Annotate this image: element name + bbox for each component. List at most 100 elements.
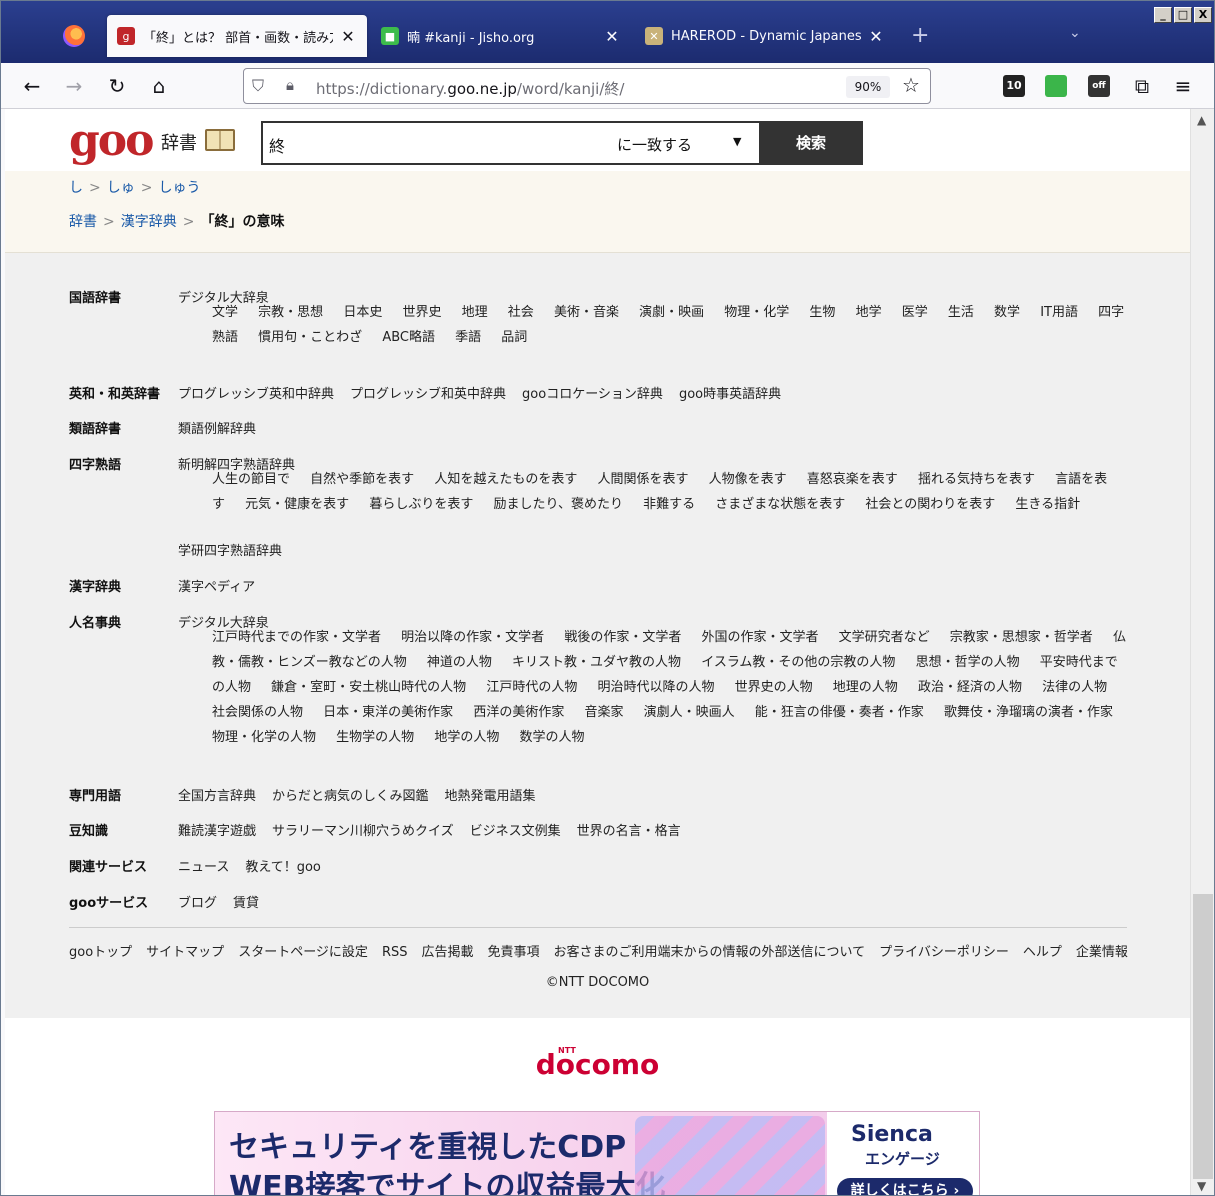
catalog-link[interactable]: ニュース [178, 860, 229, 875]
catalog-sublink[interactable]: 人生の節目で [212, 472, 290, 487]
catalog-link[interactable]: ビジネス文例集 [470, 824, 561, 839]
catalog-sublink[interactable]: 数学の人物 [519, 730, 584, 745]
catalog-sublink[interactable]: 西洋の美術作家 [473, 705, 564, 720]
catalog-link[interactable]: 難読漢字遊戯 [178, 824, 256, 839]
shield-icon[interactable]: ⛉ [252, 76, 264, 96]
catalog-sublink[interactable]: イスラム教・その他の宗教の人物 [701, 655, 895, 670]
catalog-sublink[interactable]: 能・狂言の俳優・奏者・作家 [755, 705, 924, 720]
menu-hamburger-icon[interactable]: ≡ [1170, 73, 1196, 99]
catalog-sublink[interactable]: 医学 [902, 305, 928, 320]
firefox-icon[interactable] [63, 25, 85, 47]
catalog-sublink[interactable]: 人知を越えたものを表す [434, 472, 577, 487]
catalog-sublink[interactable]: 歌舞伎・浄瑠璃の演者・作家 [944, 705, 1113, 720]
catalog-sublink[interactable]: 法律の人物 [1042, 680, 1107, 695]
search-input[interactable]: 終 [269, 133, 285, 157]
catalog-sublink[interactable]: 文学 [212, 305, 238, 320]
tab-jisho[interactable]: ■ 暔 #kanji - Jisho.org ✕ [371, 15, 631, 57]
footer-link[interactable]: お客さまのご利用端末からの情報の外部送信について [554, 945, 866, 960]
catalog-sublink[interactable]: 社会関係の人物 [212, 705, 303, 720]
tab-list-chevron-icon[interactable]: ⌄ [1069, 25, 1081, 41]
catalog-sublink[interactable]: キリスト教・ユダヤ教の人物 [512, 655, 681, 670]
search-button[interactable]: 検索 [759, 121, 863, 165]
catalog-sublink[interactable]: 地理の人物 [833, 680, 898, 695]
catalog-link[interactable]: 学研四字熟語辞典 [178, 544, 282, 559]
scroll-thumb[interactable] [1193, 894, 1213, 1179]
catalog-sublink[interactable]: 生物 [809, 305, 835, 320]
catalog-sublink[interactable]: 演劇・映画 [639, 305, 704, 320]
off-extension-icon[interactable]: off [1088, 75, 1110, 97]
scroll-down-icon[interactable]: ▼ [1197, 1179, 1206, 1193]
catalog-sublink[interactable]: 江戸時代までの作家・文学者 [212, 630, 381, 645]
catalog-sublink[interactable]: 自然や季節を表す [310, 472, 414, 487]
catalog-sublink[interactable]: 思想・哲学の人物 [916, 655, 1020, 670]
advertisement-banner[interactable]: セキュリティを重視したCDP WEB接客でサイトの収益最大化 Sienca エン… [214, 1111, 980, 1195]
catalog-sublink[interactable]: 世界史 [402, 305, 441, 320]
catalog-sublink[interactable]: IT用語 [1040, 305, 1078, 320]
catalog-link[interactable]: サラリーマン川柳穴うめクイズ [272, 824, 454, 839]
catalog-sublink[interactable]: 鎌倉・室町・安土桃山時代の人物 [271, 680, 466, 695]
catalog-sublink[interactable]: 物理・化学 [724, 305, 789, 320]
catalog-sublink[interactable]: 品詞 [501, 330, 527, 345]
catalog-sublink[interactable]: 音楽家 [584, 705, 623, 720]
breadcrumb-dictionary[interactable]: 辞書 [69, 214, 97, 230]
catalog-sublink[interactable]: 日本・東洋の美術作家 [323, 705, 453, 720]
tab-harerod[interactable]: ✕ HAREROD - Dynamic Japanese Rea ✕ [635, 15, 895, 57]
catalog-sublink[interactable]: 政治・経済の人物 [918, 680, 1022, 695]
catalog-sublink[interactable]: 非難する [643, 497, 695, 512]
bookmark-star-icon[interactable]: ☆ [902, 73, 920, 97]
catalog-sublink[interactable]: 地学 [856, 305, 882, 320]
close-window-button[interactable]: X [1194, 7, 1212, 23]
catalog-link[interactable]: 地熱発電用語集 [445, 789, 536, 804]
reading-link[interactable]: しゅ [107, 180, 135, 196]
search-mode-select[interactable]: に一致する [617, 134, 692, 155]
catalog-link[interactable]: 教えて！goo [245, 860, 321, 875]
catalog-sublink[interactable]: 外国の作家・文学者 [701, 630, 818, 645]
reading-link[interactable]: しゅう [158, 180, 200, 196]
lock-icon[interactable]: 🔒︎ [286, 76, 294, 94]
footer-link[interactable]: RSS [382, 945, 408, 960]
catalog-sublink[interactable]: 数学 [994, 305, 1020, 320]
footer-link[interactable]: 広告掲載 [421, 945, 473, 960]
catalog-sublink[interactable]: 社会との関わりを表す [865, 497, 995, 512]
footer-link[interactable]: 企業情報 [1076, 945, 1128, 960]
footer-link[interactable]: プライバシーポリシー [879, 945, 1009, 960]
catalog-sublink[interactable]: ABC略語 [382, 330, 435, 345]
goo-logo[interactable]: goo [69, 117, 154, 165]
reading-link[interactable]: し [69, 180, 83, 196]
catalog-link[interactable]: からだと病気のしくみ図鑑 [272, 789, 429, 804]
catalog-sublink[interactable]: 社会 [508, 305, 534, 320]
footer-link[interactable]: ヘルプ [1023, 945, 1062, 960]
catalog-sublink[interactable]: 戦後の作家・文学者 [564, 630, 681, 645]
catalog-sublink[interactable]: 喜怒哀楽を表す [807, 472, 898, 487]
catalog-link[interactable]: プログレッシブ英和中辞典 [178, 387, 334, 402]
breadcrumb-kanji-dictionary[interactable]: 漢字辞典 [121, 214, 177, 230]
url-bar[interactable]: ⛉ 🔒︎ https://dictionary.goo.ne.jp/word/k… [243, 68, 931, 104]
green-extension-icon[interactable] [1045, 75, 1067, 97]
catalog-link[interactable]: プログレッシブ和英中辞典 [350, 387, 506, 402]
vertical-scrollbar[interactable]: ▲ ▼ [1190, 109, 1214, 1195]
footer-link[interactable]: スタートページに設定 [238, 945, 368, 960]
catalog-sublink[interactable]: 日本史 [343, 305, 382, 320]
back-arrow-icon[interactable]: ← [19, 73, 45, 99]
minimize-button[interactable]: _ [1154, 7, 1172, 23]
catalog-sublink[interactable]: 生物学の人物 [336, 730, 414, 745]
catalog-sublink[interactable]: 宗教・思想 [258, 305, 323, 320]
catalog-sublink[interactable]: 地学の人物 [434, 730, 499, 745]
catalog-sublink[interactable]: 宗教家・思想家・哲学者 [950, 630, 1093, 645]
catalog-link[interactable]: goo時事英語辞典 [679, 387, 781, 402]
catalog-sublink[interactable]: 人物像を表す [709, 472, 787, 487]
catalog-sublink[interactable]: 季語 [455, 330, 481, 345]
catalog-sublink[interactable]: 物理・化学の人物 [212, 730, 316, 745]
caret-down-icon[interactable]: ▼ [733, 135, 741, 148]
catalog-sublink[interactable]: 明治時代以降の人物 [597, 680, 714, 695]
footer-link[interactable]: gooトップ [69, 945, 132, 960]
catalog-sublink[interactable]: さまざまな状態を表す [715, 497, 845, 512]
catalog-link[interactable]: 類語例解辞典 [178, 422, 256, 437]
catalog-sublink[interactable]: 神道の人物 [427, 655, 492, 670]
home-icon[interactable]: ⌂ [146, 73, 172, 99]
zoom-level-button[interactable]: 90% [846, 76, 890, 98]
close-icon[interactable]: ✕ [603, 27, 621, 46]
catalog-sublink[interactable]: 世界史の人物 [735, 680, 813, 695]
close-icon[interactable]: ✕ [339, 27, 357, 46]
tab-goo-kanji[interactable]: g 「終」とは？ 部首・画数・読み方 ✕ [107, 15, 367, 57]
